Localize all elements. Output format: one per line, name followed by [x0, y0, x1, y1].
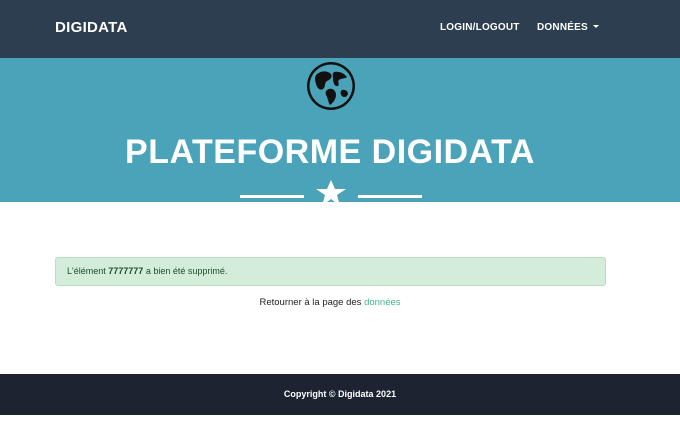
page-title: PLATEFORME DIGIDATA — [125, 133, 535, 171]
alert-item-id: 7777777 — [108, 266, 144, 276]
footer: Copyright © Digidata 2021 — [0, 374, 680, 415]
copyright-text: Copyright © Digidata 2021 — [283, 389, 397, 399]
brand-logo[interactable]: DIGIDATA — [55, 19, 128, 36]
star-icon — [316, 180, 346, 206]
donnees-dropdown[interactable]: DONNÉES — [537, 22, 599, 33]
return-message: Retourner à la page des données — [0, 297, 660, 308]
donnees-link[interactable]: données — [364, 297, 400, 308]
caret-down-icon — [592, 24, 599, 28]
donnees-dropdown-label: DONNÉES — [537, 22, 588, 33]
alert-suffix: a bien été supprimé. — [145, 266, 228, 276]
login-logout-link[interactable]: LOGIN/LOGOUT — [440, 22, 520, 33]
divider-line-left — [240, 195, 304, 198]
return-text: Retourner à la page des — [259, 297, 362, 308]
navbar: DIGIDATA LOGIN/LOGOUT DONNÉES — [0, 0, 680, 58]
divider-line-right — [358, 195, 422, 198]
success-alert: L'élément 7777777 a bien été supprimé. — [55, 257, 606, 286]
globe-icon — [307, 62, 355, 110]
alert-prefix: L'élément — [67, 266, 106, 276]
